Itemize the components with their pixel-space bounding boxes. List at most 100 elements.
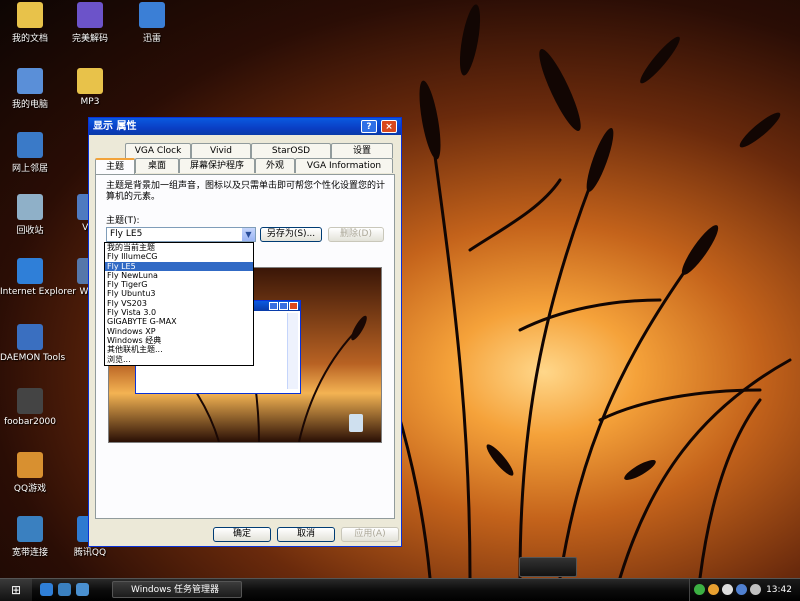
chevron-down-icon[interactable]: ▼ [242,228,255,241]
app-icon [17,68,43,94]
tab-label: StarOSD [271,146,311,156]
desktop-icon-label: 网上邻居 [11,164,48,174]
theme-description: 主题是背景加一组声音，图标以及只需单击即可帮您个性化设置您的计算机的元素。 [106,181,386,202]
desktop-icon[interactable]: foobar2000 [0,388,60,427]
app-icon [139,2,165,28]
desktop-icon-label: QQ游戏 [13,484,47,494]
clock[interactable]: 13:42 [766,579,792,601]
desktop-icon-label: foobar2000 [3,417,56,427]
tab-label: VGA Clock [134,146,182,156]
preview-scrollbar [287,313,298,389]
desktop-icon[interactable]: QQ游戏 [0,452,60,494]
network-icon[interactable] [722,584,733,595]
tab-vga-clock[interactable]: VGA Clock [125,143,191,158]
theme-option[interactable]: Windows XP [105,327,253,336]
desktop-icon[interactable]: DAEMON Tools [0,324,66,363]
desktop-icon-label: DAEMON Tools [0,353,66,363]
theme-option[interactable]: Fly LE5 [105,261,253,271]
desktop-icon[interactable]: 宽带连接 [0,516,60,558]
ok-button[interactable]: 确定 [213,527,271,542]
theme-option[interactable]: Windows 经典 [105,336,253,345]
media-quicklaunch-icon[interactable] [76,583,89,596]
tab-settings[interactable]: 设置 [331,143,393,158]
tray-icon[interactable] [708,584,719,595]
app-icon [17,516,43,542]
app-icon [17,388,43,414]
tab-label: Vivid [210,146,232,156]
tab-label: 桌面 [147,161,166,171]
desktop-icon-label: 宽带连接 [11,548,48,558]
app-icon [17,258,43,284]
volume-icon[interactable] [750,584,761,595]
tab-label: 屏幕保护程序 [189,161,244,171]
desktop-icon[interactable]: 网上邻居 [0,132,60,174]
desktop-icon-label: 完美解码 [71,34,108,44]
close-button[interactable]: × [381,120,397,133]
desktop-icon[interactable]: 完美解码 [60,2,120,44]
desktop-icon[interactable]: 回收站 [0,194,60,236]
theme-select-value: Fly LE5 [110,229,143,239]
desktop-icon-label: Internet Explorer [0,287,77,297]
app-icon [77,2,103,28]
save-as-button[interactable]: 另存为(S)... [260,227,322,242]
theme-select[interactable]: Fly LE5 ▼ [106,227,256,242]
tab-themes[interactable]: 主题 [95,158,135,174]
theme-option[interactable]: 我的当前主题 [105,243,253,252]
explorer-quicklaunch-icon[interactable] [58,583,71,596]
desktop-icon-label: 回收站 [16,226,44,236]
theme-option[interactable]: Fly VS203 [105,299,253,308]
desktop-icon[interactable]: MP3 [60,68,120,107]
tab-vivid[interactable]: Vivid [191,143,251,158]
minimize-icon [269,302,278,310]
recycle-bin-icon [349,414,363,432]
language-bar[interactable] [519,557,577,577]
delete-button[interactable]: 删除(D) [328,227,384,242]
tab-desktop[interactable]: 桌面 [135,158,179,173]
task-label: Windows 任务管理器 [131,585,220,595]
theme-option[interactable]: Fly Vista 3.0 [105,308,253,317]
maximize-icon [279,302,288,310]
theme-option[interactable]: Fly NewLuna [105,271,253,280]
apply-button[interactable]: 应用(A) [341,527,399,542]
cancel-button[interactable]: 取消 [277,527,335,542]
desktop-icon[interactable]: 我的文档 [0,2,60,44]
app-icon [17,324,43,350]
app-icon [17,452,43,478]
theme-option[interactable]: 其他联机主题... [105,345,253,354]
ie-quicklaunch-icon[interactable] [40,583,53,596]
app-icon [17,2,43,28]
theme-option[interactable]: Fly Ubuntu3 [105,289,253,298]
start-button[interactable]: ⊞ [0,579,32,601]
tray-icon[interactable] [736,584,747,595]
theme-option[interactable]: Fly TigerG [105,280,253,289]
tab-screensaver[interactable]: 屏幕保护程序 [179,158,255,173]
taskbar-item-task-manager[interactable]: Windows 任务管理器 [112,581,242,598]
title-bar[interactable]: 显示 属性 ? × [89,118,401,135]
app-icon [77,68,103,94]
desktop-icon[interactable]: Internet Explorer [0,258,77,297]
theme-option[interactable]: 浏览... [105,355,253,364]
help-button[interactable]: ? [361,120,377,133]
system-tray: 13:42 [689,579,800,601]
tab-vga-information[interactable]: VGA Information [295,158,393,173]
desktop-icon-label: 我的文档 [11,34,48,44]
window-title: 显示 属性 [93,121,137,132]
tab-starosd[interactable]: StarOSD [251,143,331,158]
tab-label: 外观 [265,161,284,171]
theme-dropdown-list[interactable]: 我的当前主题 Fly IllumeCG Fly LE5 Fly NewLuna Fly … [104,242,254,366]
app-icon [17,132,43,158]
theme-option[interactable]: GIGABYTE G-MAX [105,317,253,326]
theme-label: 主题(T): [106,216,140,226]
desktop-icon[interactable]: 我的电脑 [0,68,60,110]
desktop-icon[interactable]: 迅雷 [122,2,182,44]
tab-appearance[interactable]: 外观 [255,158,295,173]
desktop-icon-label: MP3 [80,97,100,107]
close-icon [289,302,298,310]
theme-option[interactable]: Fly IllumeCG [105,252,253,261]
taskbar: ⊞ Windows 任务管理器 13:42 [0,578,800,601]
desktop-icon-label: 迅雷 [142,34,161,44]
tab-label: 设置 [352,146,371,156]
tray-icon[interactable] [694,584,705,595]
app-icon [17,194,43,220]
tab-label: VGA Information [306,161,382,171]
